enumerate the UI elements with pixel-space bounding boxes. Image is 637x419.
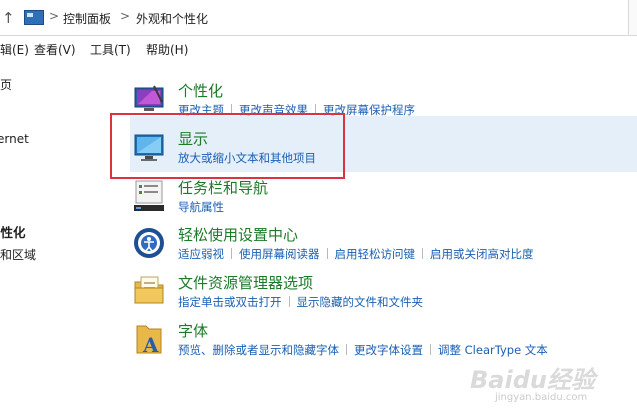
- nav-item-home[interactable]: 主页: [0, 76, 12, 93]
- nav-item-internet[interactable]: ernet: [0, 132, 29, 146]
- divider: [422, 248, 423, 259]
- address-bar: ↑ > 控制面板 > 外观和个性化: [0, 0, 637, 36]
- menu-bar: 编辑(E) 查看(V) 工具(T) 帮助(H): [0, 36, 637, 60]
- left-nav: 主页 全 ernet 音 个性化 钟和区域: [0, 60, 120, 419]
- up-arrow-icon[interactable]: ↑: [2, 9, 15, 27]
- divider: [231, 248, 232, 259]
- category-title[interactable]: 文件资源管理器选项: [178, 272, 313, 293]
- folder-options-icon: [134, 276, 164, 304]
- category-links: 适应弱视 使用屏幕阅读器 启用轻松访问键 启用或关闭高对比度: [178, 246, 534, 262]
- link-low-vision[interactable]: 适应弱视: [178, 247, 224, 261]
- divider: [346, 344, 347, 355]
- control-panel-icon: [24, 10, 44, 25]
- category-title[interactable]: 轻松使用设置中心: [178, 224, 298, 245]
- category-title[interactable]: 字体: [178, 320, 208, 341]
- category-links: 预览、删除或者显示和隐藏字体 更改字体设置 调整 ClearType 文本: [178, 342, 548, 358]
- link-access-keys[interactable]: 启用轻松访问键: [335, 247, 416, 261]
- link-font-settings[interactable]: 更改字体设置: [354, 343, 423, 357]
- menu-view[interactable]: 查看(V): [34, 41, 76, 58]
- link-show-hidden-files[interactable]: 显示隐藏的文件和文件夹: [297, 295, 424, 309]
- category-links: 指定单击或双击打开 显示隐藏的文件和文件夹: [178, 294, 423, 310]
- breadcrumb-separator[interactable]: >: [120, 9, 130, 23]
- menu-tools[interactable]: 工具(T): [90, 41, 131, 58]
- link-single-double-click[interactable]: 指定单击或双击打开: [178, 295, 282, 309]
- link-high-contrast[interactable]: 启用或关闭高对比度: [430, 247, 534, 261]
- fonts-icon: A: [136, 325, 162, 356]
- link-preview-fonts[interactable]: 预览、删除或者显示和隐藏字体: [178, 343, 339, 357]
- divider: [288, 296, 290, 307]
- breadcrumb-separator[interactable]: >: [49, 9, 59, 23]
- nav-item-clock-region[interactable]: 钟和区域: [0, 246, 36, 263]
- breadcrumb-control-panel[interactable]: 控制面板: [63, 10, 111, 27]
- ease-of-access-icon: [134, 228, 164, 258]
- annotation-highlight-box: [110, 113, 345, 179]
- watermark: Baidu经验: [470, 366, 595, 394]
- menu-edit[interactable]: 编辑(E): [0, 41, 29, 58]
- breadcrumb-appearance[interactable]: 外观和个性化: [136, 10, 208, 27]
- watermark-url: jingyan.baidu.com: [495, 392, 588, 403]
- category-links: 导航属性: [178, 199, 224, 215]
- category-title[interactable]: 个性化: [178, 80, 223, 101]
- menu-help[interactable]: 帮助(H): [146, 41, 188, 58]
- divider: [326, 248, 328, 259]
- link-screen-reader[interactable]: 使用屏幕阅读器: [239, 247, 320, 261]
- taskbar-icon: [134, 180, 164, 211]
- nav-item-personalization[interactable]: 个性化: [0, 222, 26, 241]
- address-dropdown[interactable]: [628, 0, 637, 35]
- link-navigation-properties[interactable]: 导航属性: [178, 200, 224, 214]
- personalization-icon: [134, 85, 164, 111]
- divider: [430, 344, 431, 355]
- category-title[interactable]: 任务栏和导航: [178, 177, 268, 198]
- svg-text:A: A: [142, 333, 159, 356]
- link-cleartype[interactable]: 调整 ClearType 文本: [438, 343, 548, 357]
